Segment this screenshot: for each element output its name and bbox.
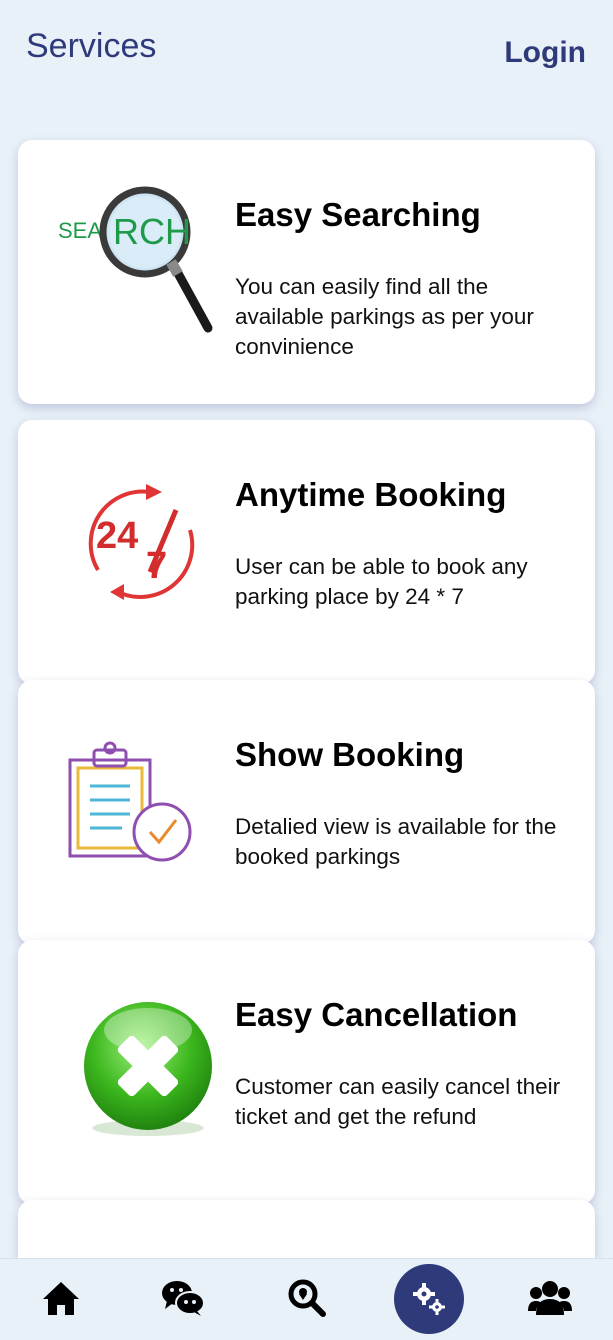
search-magnifier-icon: SEA RCH xyxy=(58,180,218,345)
service-description: User can be able to book any parking pla… xyxy=(235,554,528,609)
clock-24-7-icon: 24 7 xyxy=(58,460,218,625)
bottom-nav xyxy=(0,1258,613,1340)
search-icon-text-right: RCH xyxy=(113,211,191,252)
gears-icon xyxy=(411,1281,447,1322)
nav-users[interactable] xyxy=(510,1259,590,1340)
nav-search[interactable] xyxy=(267,1259,347,1340)
chat-icon xyxy=(161,1279,205,1322)
clipboard-check-icon xyxy=(58,720,218,885)
service-card-anytime-booking[interactable]: 24 7 Anytime Booking User can be able to… xyxy=(18,420,595,684)
service-card-easy-searching[interactable]: SEA RCH Easy Searching You can easily fi… xyxy=(18,140,595,404)
clock-icon-text-top: 24 xyxy=(96,515,138,557)
page-title: Services xyxy=(26,27,157,65)
service-title: Easy Cancellation xyxy=(235,996,518,1033)
service-card-easy-cancellation[interactable]: Easy Cancellation Customer can easily ca… xyxy=(18,940,595,1204)
service-title: Easy Searching xyxy=(235,196,481,233)
service-description: Detalied view is available for the booke… xyxy=(235,814,557,869)
nav-home[interactable] xyxy=(21,1259,101,1340)
nav-services[interactable] xyxy=(394,1264,464,1334)
service-description: Customer can easily cancel their ticket … xyxy=(235,1074,561,1129)
service-title: Show Booking xyxy=(235,736,465,773)
home-icon xyxy=(41,1279,81,1322)
service-card-show-booking[interactable]: Show Booking Detalied view is available … xyxy=(18,680,595,944)
cancel-x-icon xyxy=(58,980,218,1145)
search-icon-text-left: SEA xyxy=(58,218,102,243)
login-link[interactable]: Login xyxy=(504,36,586,70)
app-header: Services Login xyxy=(0,0,613,92)
nav-chat[interactable] xyxy=(143,1259,223,1340)
search-location-icon xyxy=(287,1278,327,1323)
service-description: You can easily find all the available pa… xyxy=(235,274,534,359)
service-title: Anytime Booking xyxy=(235,476,507,513)
users-icon xyxy=(528,1279,572,1322)
clock-icon-text-bottom: 7 xyxy=(146,545,167,587)
